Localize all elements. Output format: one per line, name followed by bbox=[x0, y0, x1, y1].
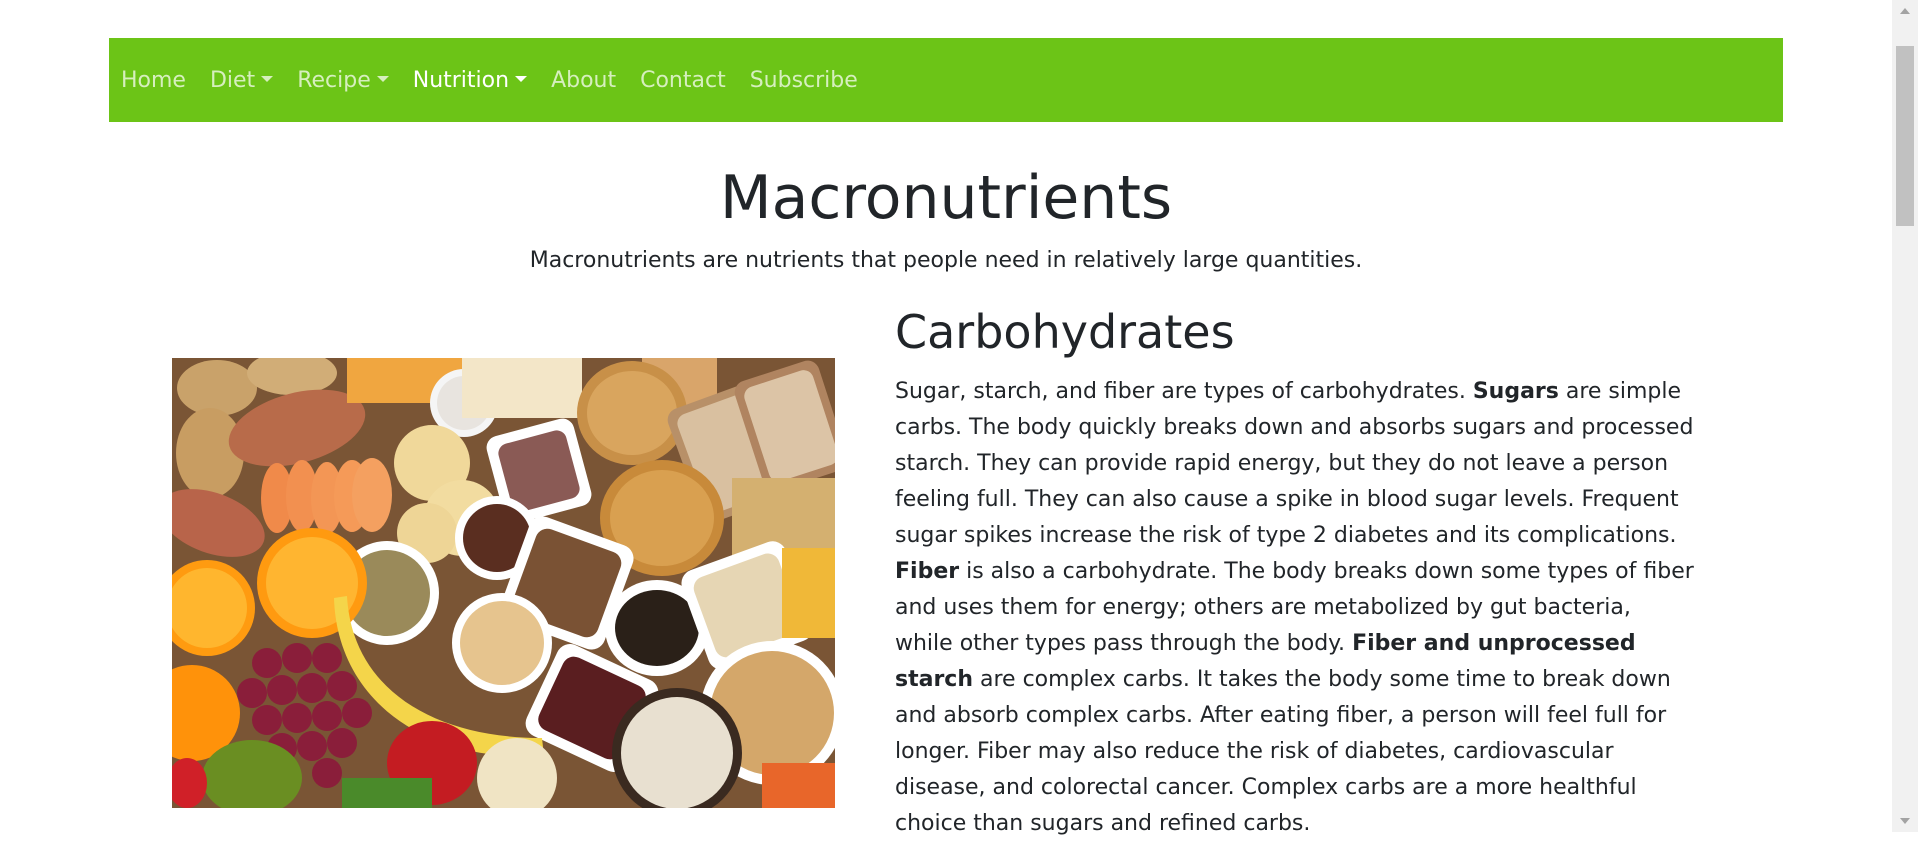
nav-home[interactable]: Home bbox=[121, 68, 186, 93]
nav-recipe-label: Recipe bbox=[297, 67, 371, 93]
carbs-bold-fiber: Fiber bbox=[895, 559, 960, 584]
nav-home-label: Home bbox=[121, 67, 186, 93]
carbohydrate-foods-image bbox=[172, 358, 835, 808]
carbs-text-4: are complex carbs. It takes the body som… bbox=[895, 667, 1671, 836]
carbohydrates-heading: Carbohydrates bbox=[895, 305, 1235, 359]
carbs-text-2: are simple carbs. The body quickly break… bbox=[895, 379, 1694, 548]
nav-diet-dropdown[interactable]: Diet bbox=[209, 67, 274, 93]
scrollbar-thumb[interactable] bbox=[1896, 46, 1914, 226]
nav-diet-label: Diet bbox=[209, 67, 256, 93]
scroll-down-arrow-icon[interactable] bbox=[1900, 818, 1910, 824]
main-navbar: Home Diet Recipe Nutrition About Contact… bbox=[109, 38, 1783, 122]
caret-down-icon bbox=[376, 76, 389, 82]
nav-contact-label: Contact bbox=[640, 67, 726, 93]
nav-subscribe[interactable]: Subscribe bbox=[750, 68, 858, 93]
scroll-up-arrow-icon[interactable] bbox=[1900, 8, 1910, 14]
nav-subscribe-label: Subscribe bbox=[749, 67, 858, 93]
page-title: Macronutrients bbox=[719, 163, 1173, 233]
nav-nutrition-label: Nutrition bbox=[412, 67, 510, 93]
caret-down-icon bbox=[261, 76, 274, 82]
nav-about-label: About bbox=[551, 67, 617, 93]
nav-about[interactable]: About bbox=[551, 68, 616, 93]
nav-recipe-dropdown[interactable]: Recipe bbox=[297, 68, 389, 93]
nav-nutrition-dropdown[interactable]: Nutrition bbox=[412, 67, 528, 93]
page-lead: Macronutrients are nutrients that people… bbox=[529, 248, 1363, 273]
nav-contact[interactable]: Contact bbox=[640, 68, 726, 93]
carbohydrate-foods-illustration bbox=[172, 358, 835, 808]
carbs-bold-sugars: Sugars bbox=[1472, 379, 1559, 404]
carbohydrates-paragraph: Sugar, starch, and fiber are types of ca… bbox=[895, 374, 1695, 842]
vertical-scrollbar[interactable] bbox=[1892, 0, 1918, 832]
carbs-text-1: Sugar, starch, and fiber are types of ca… bbox=[895, 379, 1473, 404]
caret-down-icon bbox=[515, 76, 528, 82]
